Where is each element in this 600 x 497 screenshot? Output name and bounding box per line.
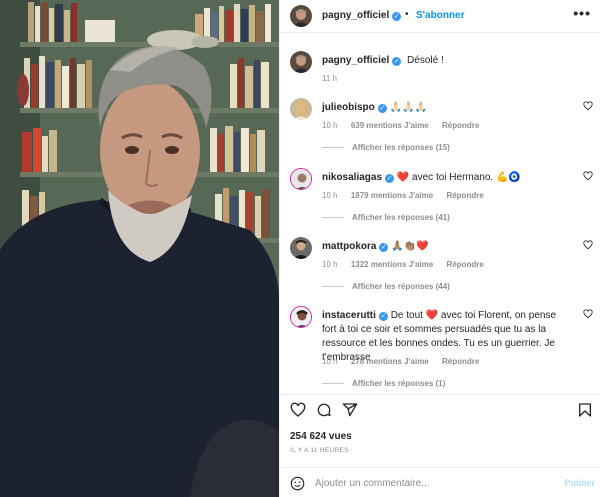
comment-likes-count[interactable]: 1879 mentions J'aime	[351, 191, 433, 200]
view-replies-button[interactable]: Afficher les réponses (1)	[322, 379, 445, 388]
commenter-username[interactable]: mattpokora	[322, 241, 376, 252]
reply-button[interactable]: Répondre	[446, 191, 483, 200]
views-count[interactable]: 254 624 vues	[290, 431, 352, 442]
emoji-picker-icon[interactable]	[290, 476, 305, 491]
caption-text-row: pagny_officiel ✓ Désolé !	[322, 55, 444, 66]
comment-text: 🙏🏻🙏🏻🙏🏻	[389, 102, 427, 113]
post-actions: 254 624 vues IL Y A 11 HEURES Publier	[280, 394, 600, 497]
replies-divider	[322, 383, 344, 385]
comment-composer: Publier	[280, 467, 600, 497]
like-heart-icon[interactable]	[290, 402, 306, 418]
comments-list[interactable]: pagny_officiel ✓ Désolé ! 11 h julieobisp…	[280, 34, 600, 394]
commenter-avatar[interactable]	[290, 168, 312, 190]
comment-likes-count[interactable]: 1322 mentions J'aime	[351, 260, 433, 269]
publish-button[interactable]: Publier	[564, 478, 595, 488]
bookmark-save-icon[interactable]	[577, 402, 593, 418]
comment-time: 10 h	[322, 260, 338, 269]
view-replies-button[interactable]: Afficher les réponses (44)	[322, 282, 450, 291]
comment-body: nikosaliagas ✓ ❤️ avec toi Hermano. 💪🧿	[322, 171, 567, 185]
video-player[interactable]	[0, 0, 279, 497]
more-options-icon[interactable]: •••	[573, 5, 591, 21]
post-header: pagny_officiel ✓ • S'abonner •••	[280, 0, 600, 33]
verified-badge-icon: ✓	[392, 12, 402, 21]
video-frame	[0, 0, 279, 497]
view-replies-label[interactable]: Afficher les réponses (15)	[352, 143, 450, 152]
commenter-avatar[interactable]	[290, 237, 312, 259]
caption-avatar[interactable]	[290, 51, 312, 73]
like-heart-icon[interactable]	[583, 101, 593, 111]
comment-body: mattpokora ✓ 🙏🏽👏🏽❤️	[322, 240, 567, 254]
post-panel: pagny_officiel ✓ • S'abonner ••• pagny_of…	[279, 0, 600, 497]
commenter-username[interactable]: instacerutti	[322, 310, 376, 321]
verified-badge-icon: ✓	[385, 174, 395, 183]
view-replies-label[interactable]: Afficher les réponses (44)	[352, 282, 450, 291]
like-heart-icon[interactable]	[583, 171, 593, 181]
comment-time: 10 h	[322, 357, 338, 366]
comment-meta: 10 h 278 mentions J'aime Répondre	[322, 357, 490, 366]
verified-badge-icon: ✓	[379, 243, 389, 252]
reply-button[interactable]: Répondre	[442, 121, 479, 130]
like-heart-icon[interactable]	[583, 309, 593, 319]
comment-text: 🙏🏽👏🏽❤️	[391, 241, 429, 252]
view-replies-button[interactable]: Afficher les réponses (15)	[322, 143, 450, 152]
commenter-avatar[interactable]	[290, 306, 312, 328]
comment-meta: 10 h 1322 mentions J'aime Répondre	[322, 260, 495, 269]
comment-likes-count[interactable]: 278 mentions J'aime	[351, 357, 429, 366]
separator-dot: •	[405, 9, 409, 20]
caption-username[interactable]: pagny_officiel	[322, 55, 389, 66]
comment-time: 10 h	[322, 191, 338, 200]
author-username-text[interactable]: pagny_officiel	[322, 10, 389, 21]
comment-bubble-icon[interactable]	[316, 402, 332, 418]
post-time-ago: IL Y A 11 HEURES	[290, 447, 349, 454]
commenter-avatar[interactable]	[290, 98, 312, 120]
verified-badge-icon: ✓	[377, 104, 387, 113]
commenter-username[interactable]: nikosaliagas	[322, 172, 382, 183]
verified-badge-icon: ✓	[378, 312, 388, 321]
comment-body: julieobispo ✓ 🙏🏻🙏🏻🙏🏻	[322, 101, 567, 115]
replies-divider	[322, 147, 344, 149]
view-replies-label[interactable]: Afficher les réponses (1)	[352, 379, 445, 388]
view-replies-button[interactable]: Afficher les réponses (41)	[322, 213, 450, 222]
commenter-username[interactable]: julieobispo	[322, 102, 375, 113]
replies-divider	[322, 286, 344, 288]
share-send-icon[interactable]	[342, 402, 358, 418]
comment-text: ❤️ avec toi Hermano. 💪🧿	[396, 172, 521, 183]
caption-time: 11 h	[322, 74, 337, 83]
comment-time: 10 h	[322, 121, 338, 130]
replies-divider	[322, 217, 344, 219]
comment-likes-count[interactable]: 639 mentions J'aime	[351, 121, 429, 130]
view-replies-label[interactable]: Afficher les réponses (41)	[352, 213, 450, 222]
comment-meta: 10 h 1879 mentions J'aime Répondre	[322, 191, 495, 200]
verified-badge-icon: ✓	[392, 57, 402, 66]
follow-button[interactable]: S'abonner	[416, 10, 465, 21]
author-username[interactable]: pagny_officiel ✓	[322, 10, 402, 21]
caption-text: Désolé !	[407, 55, 444, 66]
reply-button[interactable]: Répondre	[442, 357, 479, 366]
like-heart-icon[interactable]	[583, 240, 593, 250]
comment-meta: 10 h 639 mentions J'aime Répondre	[322, 121, 490, 130]
comment-input[interactable]	[315, 474, 545, 492]
reply-button[interactable]: Répondre	[446, 260, 483, 269]
author-avatar[interactable]	[290, 5, 312, 27]
